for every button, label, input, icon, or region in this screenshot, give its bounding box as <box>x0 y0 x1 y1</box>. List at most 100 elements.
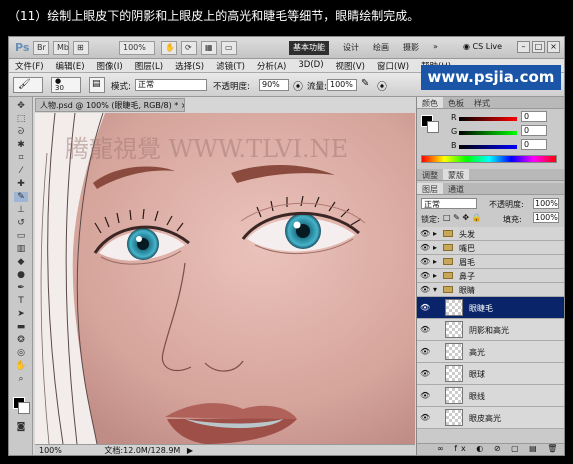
crop-tool-icon[interactable]: ⌗ <box>14 153 28 163</box>
quick-select-tool-icon[interactable]: ✱ <box>14 140 28 150</box>
layer-group-mouth[interactable]: 👁 ▸ 嘴巴 <box>417 241 564 255</box>
menu-view[interactable]: 视图(V) <box>330 59 371 72</box>
bridge-button[interactable]: Br <box>33 41 49 55</box>
close-button[interactable]: × <box>547 41 560 53</box>
tab-layers[interactable]: 图层 <box>417 183 443 194</box>
hand-tool-button[interactable]: ✋ <box>161 41 177 55</box>
brush-panel-toggle[interactable]: ▤ <box>89 77 105 93</box>
layer-group-eyebrows[interactable]: 👁 ▸ 眉毛 <box>417 255 564 269</box>
workspace-essentials[interactable]: 基本功能 <box>289 41 329 55</box>
expand-arrow-icon[interactable]: ▸ <box>433 229 437 238</box>
shape-tool-icon[interactable]: ▬ <box>14 322 28 332</box>
arrange-documents-button[interactable]: ▦ <box>201 41 217 55</box>
flow-input[interactable]: 100% <box>327 79 357 91</box>
visibility-eye-icon[interactable]: 👁 <box>420 243 430 252</box>
collapse-arrow-icon[interactable]: ▾ <box>433 285 437 294</box>
menu-layer[interactable]: 图层(L) <box>129 59 169 72</box>
opacity-input[interactable]: 90% <box>259 79 289 91</box>
3d-rotate-tool-icon[interactable]: ❂ <box>14 335 28 345</box>
menu-select[interactable]: 选择(S) <box>169 59 210 72</box>
status-zoom[interactable]: 100% <box>39 446 62 455</box>
close-tab-icon[interactable]: × <box>181 101 184 110</box>
channel-b-slider[interactable] <box>459 145 517 149</box>
airbrush-icon[interactable]: ✎ <box>361 78 369 89</box>
screen-mode-button[interactable]: ▭ <box>221 41 237 55</box>
zoom-level-dropdown[interactable]: 100% <box>119 41 155 55</box>
clone-stamp-tool-icon[interactable]: ⊥ <box>14 205 28 215</box>
fill-input[interactable]: 100% <box>533 212 559 223</box>
menu-file[interactable]: 文件(F) <box>9 59 50 72</box>
brush-tool-icon[interactable]: ✎ <box>14 192 28 202</box>
visibility-eye-icon[interactable]: 👁 <box>420 413 430 422</box>
marquee-tool-icon[interactable]: ⬚ <box>14 114 28 124</box>
channel-r-slider[interactable] <box>459 117 517 121</box>
channel-g-value[interactable]: 0 <box>521 125 547 136</box>
expand-arrow-icon[interactable]: ▸ <box>433 271 437 280</box>
layer-group-eyes[interactable]: 👁 ▾ 眼睛 <box>417 283 564 297</box>
quick-mask-icon[interactable]: ◙ <box>14 422 28 432</box>
channel-r-value[interactable]: 0 <box>521 111 547 122</box>
blur-tool-icon[interactable]: ◆ <box>14 257 28 267</box>
visibility-eye-icon[interactable]: 👁 <box>420 229 430 238</box>
layer-eyeliner[interactable]: 👁 眼线 <box>417 385 564 407</box>
tab-masks[interactable]: 蒙版 <box>443 169 469 180</box>
color-spectrum-ramp[interactable] <box>421 155 557 163</box>
3d-camera-tool-icon[interactable]: ◎ <box>14 348 28 358</box>
color-panel-background[interactable] <box>427 121 439 133</box>
layers-footer-toolbar[interactable]: ∞ fx ◐ ⊘ ▢ ▤ 🗑 <box>417 443 564 455</box>
layer-shadow-highlight[interactable]: 👁 阴影和高光 <box>417 319 564 341</box>
brush-preset-picker[interactable]: ● 30 <box>51 77 81 93</box>
layer-eyeball[interactable]: 👁 眼球 <box>417 363 564 385</box>
type-tool-icon[interactable]: T <box>14 296 28 306</box>
eraser-tool-icon[interactable]: ▭ <box>14 231 28 241</box>
layer-opacity-input[interactable]: 100% <box>533 198 559 209</box>
workspace-more[interactable]: » <box>429 41 442 55</box>
channel-b-value[interactable]: 0 <box>521 139 547 150</box>
document-tab[interactable]: 人物.psd @ 100% (眼睫毛, RGB/8) * × <box>35 98 185 112</box>
workspace-photography[interactable]: 摄影 <box>399 41 423 55</box>
tab-swatches[interactable]: 色板 <box>443 97 469 108</box>
layer-highlight[interactable]: 👁 高光 <box>417 341 564 363</box>
minimize-button[interactable]: – <box>517 41 530 53</box>
workspace-painting[interactable]: 绘画 <box>369 41 393 55</box>
visibility-eye-icon[interactable]: 👁 <box>420 391 430 400</box>
move-tool-icon[interactable]: ✥ <box>14 101 28 111</box>
expand-arrow-icon[interactable]: ▸ <box>433 257 437 266</box>
layer-eyelashes[interactable]: 👁 眼睫毛 <box>417 297 564 319</box>
menu-window[interactable]: 窗口(W) <box>371 59 415 72</box>
dodge-tool-icon[interactable]: ● <box>14 270 28 280</box>
tab-color[interactable]: 颜色 <box>417 97 443 108</box>
visibility-eye-icon[interactable]: 👁 <box>420 257 430 266</box>
layer-group-hair[interactable]: 👁 ▸ 头发 <box>417 227 564 241</box>
menu-edit[interactable]: 编辑(E) <box>50 59 91 72</box>
expand-arrow-icon[interactable]: ▸ <box>433 243 437 252</box>
channel-g-slider[interactable] <box>459 131 517 135</box>
visibility-eye-icon[interactable]: 👁 <box>420 369 430 378</box>
menu-filter[interactable]: 滤镜(T) <box>210 59 251 72</box>
pen-tool-icon[interactable]: ✒ <box>14 283 28 293</box>
pressure-opacity-icon[interactable]: ⦿ <box>293 78 303 93</box>
tab-channels[interactable]: 通道 <box>443 183 469 194</box>
eyedropper-tool-icon[interactable]: ⁄ <box>14 166 28 176</box>
cs-live-button[interactable]: ◉ CS Live <box>463 42 502 51</box>
zoom-tool-icon[interactable]: ⌕ <box>14 374 28 384</box>
gradient-tool-icon[interactable]: ▥ <box>14 244 28 254</box>
path-select-tool-icon[interactable]: ➤ <box>14 309 28 319</box>
workspace-design[interactable]: 设计 <box>339 41 363 55</box>
menu-analysis[interactable]: 分析(A) <box>251 59 292 72</box>
tab-styles[interactable]: 样式 <box>469 97 495 108</box>
view-extras-button[interactable]: ⊞ <box>73 41 89 55</box>
history-brush-tool-icon[interactable]: ↺ <box>14 218 28 228</box>
background-color-swatch[interactable] <box>18 402 30 414</box>
hand-tool-icon[interactable]: ✋ <box>14 361 28 371</box>
lasso-tool-icon[interactable]: ᘐ <box>14 127 28 137</box>
document-canvas[interactable]: 腾龍視覺 WWW.TLVI.NE <box>35 113 415 444</box>
status-arrow-icon[interactable]: ▶ <box>187 446 193 455</box>
visibility-eye-icon[interactable]: 👁 <box>420 325 430 334</box>
mode-dropdown[interactable]: 正常 <box>135 79 207 91</box>
tab-adjustments[interactable]: 调整 <box>417 169 443 180</box>
layer-group-nose[interactable]: 👁 ▸ 鼻子 <box>417 269 564 283</box>
blend-mode-dropdown[interactable]: 正常 <box>421 198 477 209</box>
visibility-eye-icon[interactable]: 👁 <box>420 285 430 294</box>
visibility-eye-icon[interactable]: 👁 <box>420 303 430 312</box>
